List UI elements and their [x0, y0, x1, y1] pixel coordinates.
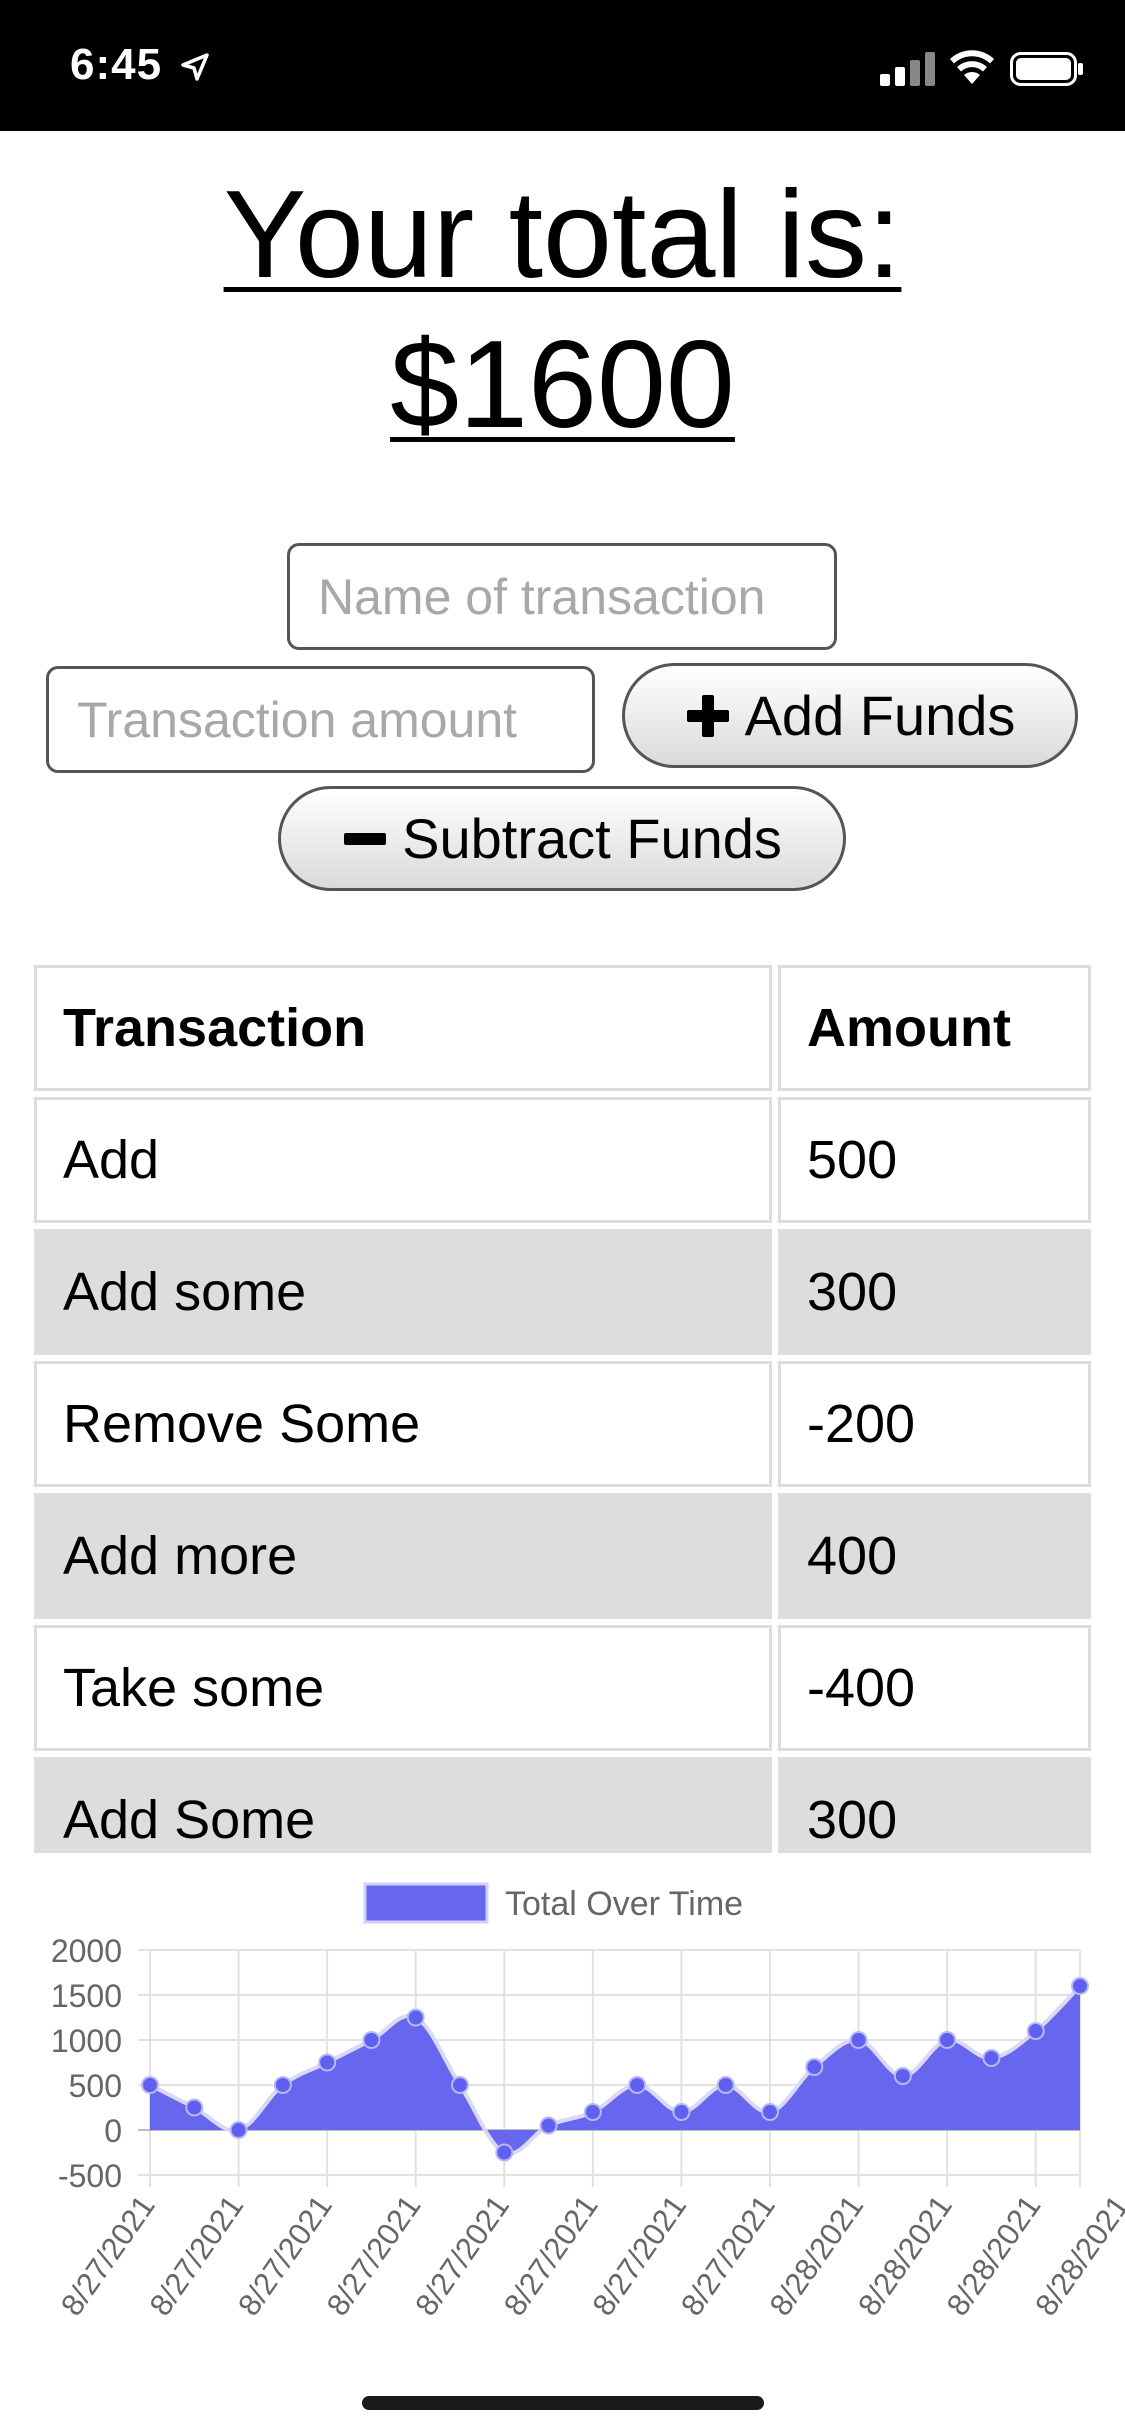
data-point [539, 2116, 558, 2135]
y-tick-label: 1500 [51, 1978, 122, 2014]
row-transaction: Add some [34, 1229, 772, 1355]
data-point [1071, 1977, 1089, 1995]
data-point [1026, 2022, 1045, 2040]
transactions-table-viewport[interactable]: Transaction Amount Add 500 Add some 300 … [0, 0, 1125, 1853]
home-indicator [362, 2396, 764, 2410]
transactions-table: Transaction Amount Add 500 Add some 300 … [28, 959, 1097, 1853]
data-point [141, 2076, 159, 2094]
row-amount: -400 [778, 1625, 1091, 1751]
table-row: Remove Some -200 [34, 1361, 1091, 1487]
row-amount: -200 [778, 1361, 1091, 1487]
data-point [229, 2121, 248, 2139]
row-amount: 500 [778, 1097, 1091, 1223]
data-point [893, 2067, 912, 2085]
table-header-row: Transaction Amount [34, 965, 1091, 1091]
chart-area-layer [149, 1984, 1082, 2156]
legend-label: Total Over Time [505, 1885, 743, 1923]
row-transaction: Add more [34, 1493, 772, 1619]
table-row: Add some 300 [34, 1229, 1091, 1355]
table-row: Add more 400 [34, 1493, 1091, 1619]
data-point [273, 2076, 292, 2094]
data-point [628, 2076, 647, 2094]
data-point [451, 2076, 469, 2094]
series-area [150, 1986, 1080, 2154]
y-tick-label: -500 [58, 2158, 122, 2194]
header-transaction: Transaction [34, 965, 772, 1091]
data-point [849, 2031, 868, 2049]
row-transaction: Add Some [34, 1757, 772, 1853]
legend-swatch [363, 1882, 489, 1924]
table-row: Take some -400 [34, 1625, 1091, 1751]
data-point [805, 2058, 824, 2076]
row-transaction: Add [34, 1097, 772, 1223]
row-amount: 300 [778, 1757, 1091, 1853]
table-row: Add 500 [34, 1097, 1091, 1223]
data-point [406, 2008, 425, 2027]
y-tick-label: 500 [69, 2068, 122, 2104]
chart-y-ticks: 2000 1500 1000 500 0 -500 [51, 1933, 122, 2194]
data-point [716, 2076, 735, 2094]
data-point [318, 2053, 337, 2072]
data-point [672, 2103, 691, 2121]
data-point [583, 2103, 602, 2121]
data-point [761, 2103, 779, 2121]
row-amount: 400 [778, 1493, 1091, 1619]
data-point [185, 2098, 204, 2117]
row-amount: 300 [778, 1229, 1091, 1355]
y-tick-label: 0 [104, 2113, 122, 2149]
chart-legend[interactable]: Total Over Time [363, 1882, 743, 1924]
y-tick-label: 2000 [51, 1933, 122, 1969]
row-transaction: Take some [34, 1625, 772, 1751]
data-point [495, 2143, 514, 2162]
y-tick-label: 1000 [51, 2023, 122, 2059]
total-over-time-chart: Total Over Time 2000 1500 1000 500 0 -500 8/2… [51, 1882, 1125, 2322]
data-point [362, 2031, 381, 2049]
row-transaction: Remove Some [34, 1361, 772, 1487]
data-point [938, 2031, 957, 2049]
table-row: Add Some 300 [34, 1757, 1091, 1853]
header-amount: Amount [778, 965, 1091, 1091]
data-point [982, 2049, 1001, 2067]
chart-x-ticks: 8/27/20218/27/20218/27/20218/27/20218/27… [54, 2189, 1125, 2322]
